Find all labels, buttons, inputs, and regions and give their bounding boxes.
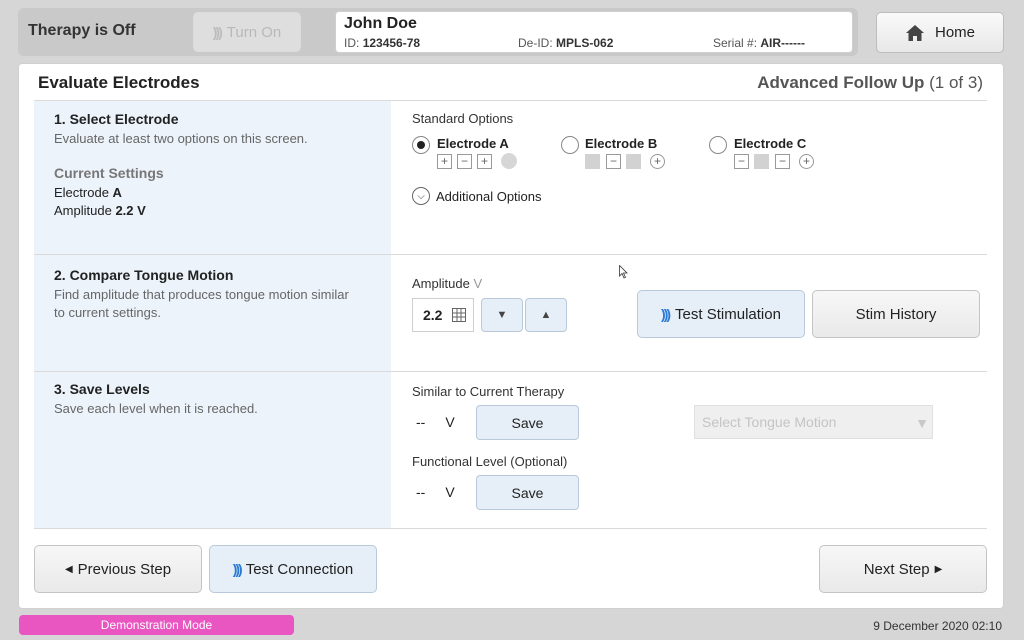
- home-button[interactable]: Home: [876, 12, 1004, 53]
- step-progress: Advanced Follow Up (1 of 3): [757, 73, 983, 93]
- section-description: Save each level when it is reached.: [54, 401, 258, 416]
- chevron-left-icon: ◀: [64, 563, 73, 575]
- contact-minus-icon: −: [734, 154, 749, 169]
- electrode-a-radio[interactable]: [412, 136, 430, 154]
- mouse-cursor-icon: [619, 265, 628, 279]
- stim-history-label: Stim History: [855, 305, 937, 323]
- amplitude-label: Amplitude V: [412, 276, 483, 291]
- amplitude-increase-button[interactable]: ▲: [525, 298, 567, 332]
- electrode-b-radio[interactable]: [561, 136, 579, 154]
- patient-id: ID: 123456-78: [344, 36, 421, 50]
- patient-name: John Doe: [344, 15, 417, 32]
- current-amplitude: Amplitude 2.2 V: [54, 203, 146, 218]
- electrode-c-radio[interactable]: [709, 136, 727, 154]
- section-title: 2. Compare Tongue Motion: [54, 267, 234, 283]
- demonstration-mode-badge: Demonstration Mode: [19, 615, 294, 635]
- chevron-right-icon: ▶: [934, 563, 943, 575]
- amplitude-decrease-button[interactable]: ▼: [481, 298, 523, 332]
- test-connection-button[interactable]: ))) Test Connection: [209, 545, 377, 593]
- contact-minus-icon: −: [775, 154, 790, 169]
- similar-therapy-label: Similar to Current Therapy: [412, 384, 565, 399]
- previous-step-label: Previous Step: [77, 560, 172, 578]
- save-functional-button[interactable]: Save: [476, 475, 579, 510]
- stimulation-wave-icon: ))): [661, 306, 671, 322]
- mode-label: Advanced Follow Up: [757, 73, 925, 92]
- functional-level-label: Functional Level (Optional): [412, 454, 568, 469]
- similar-therapy-value: -- V: [416, 414, 455, 430]
- amplitude-value[interactable]: 2.2: [412, 298, 474, 332]
- test-stimulation-button[interactable]: ))) Test Stimulation: [637, 290, 805, 338]
- next-step-label: Next Step: [863, 560, 930, 578]
- stim-history-button[interactable]: Stim History: [812, 290, 980, 338]
- evaluate-electrodes-card: Evaluate Electrodes Advanced Follow Up (…: [18, 63, 1004, 609]
- save-levels-section: 3. Save Levels Save each level when it i…: [34, 371, 987, 529]
- section-description: Find amplitude that produces tongue moti…: [54, 287, 349, 320]
- stimulation-wave-icon: ))): [232, 561, 243, 577]
- electrode-a-label[interactable]: Electrode A: [437, 136, 509, 151]
- tongue-motion-select[interactable]: Select Tongue Motion ▼: [694, 405, 933, 439]
- tongue-motion-placeholder: Select Tongue Motion: [702, 414, 837, 430]
- save-similar-button[interactable]: Save: [476, 405, 579, 440]
- therapy-status: Therapy is Off: [28, 22, 136, 39]
- standard-options-label: Standard Options: [412, 111, 514, 126]
- contact-off-icon: [585, 154, 600, 169]
- chevron-down-icon: ⌵: [412, 187, 430, 205]
- current-electrode: Electrode A: [54, 185, 122, 200]
- home-label: Home: [934, 24, 975, 41]
- previous-step-button[interactable]: ◀ Previous Step: [34, 545, 202, 593]
- contact-plus-icon: +: [650, 154, 665, 169]
- contact-off-icon: [626, 154, 641, 169]
- contact-plus-icon: +: [477, 154, 492, 169]
- current-settings-label: Current Settings: [54, 165, 164, 181]
- page-title: Evaluate Electrodes: [38, 73, 200, 92]
- keypad-icon[interactable]: [452, 308, 467, 322]
- contact-off-icon: [754, 154, 769, 169]
- contact-off-icon: [501, 153, 517, 169]
- stimulation-wave-icon: ))): [212, 24, 223, 40]
- test-connection-label: Test Connection: [245, 560, 354, 578]
- turn-on-button[interactable]: ))) Turn On: [193, 12, 301, 52]
- patient-deid: De-ID: MPLS-062: [518, 36, 614, 50]
- electrode-c-label[interactable]: Electrode C: [734, 136, 806, 151]
- section-description: Evaluate at least two options on this sc…: [54, 131, 308, 146]
- contact-minus-icon: −: [457, 154, 472, 169]
- turn-on-label: Turn On: [226, 23, 282, 41]
- electrode-b-label[interactable]: Electrode B: [585, 136, 657, 151]
- additional-options-label: Additional Options: [436, 188, 542, 204]
- functional-level-value: -- V: [416, 484, 455, 500]
- device-serial: Serial #: AIR------: [713, 36, 806, 50]
- test-stimulation-label: Test Stimulation: [675, 305, 781, 323]
- contact-plus-icon: +: [799, 154, 814, 169]
- progress-count: (1 of 3): [929, 73, 983, 92]
- dropdown-arrow-icon: ▼: [915, 415, 929, 431]
- contact-plus-icon: +: [437, 154, 452, 169]
- section-title: 3. Save Levels: [54, 381, 150, 397]
- compare-tongue-motion-section: 2. Compare Tongue Motion Find amplitude …: [34, 254, 987, 371]
- patient-info: John Doe ID: 123456-78 De-ID: MPLS-062 S…: [335, 11, 853, 53]
- datetime: 9 December 2020 02:10: [873, 619, 1002, 633]
- home-icon: [905, 24, 924, 41]
- section-title: 1. Select Electrode: [54, 111, 179, 127]
- additional-options-toggle[interactable]: ⌵ Additional Options: [412, 187, 542, 205]
- next-step-button[interactable]: Next Step ▶: [819, 545, 987, 593]
- contact-minus-icon: −: [606, 154, 621, 169]
- select-electrode-section: 1. Select Electrode Evaluate at least tw…: [34, 100, 987, 254]
